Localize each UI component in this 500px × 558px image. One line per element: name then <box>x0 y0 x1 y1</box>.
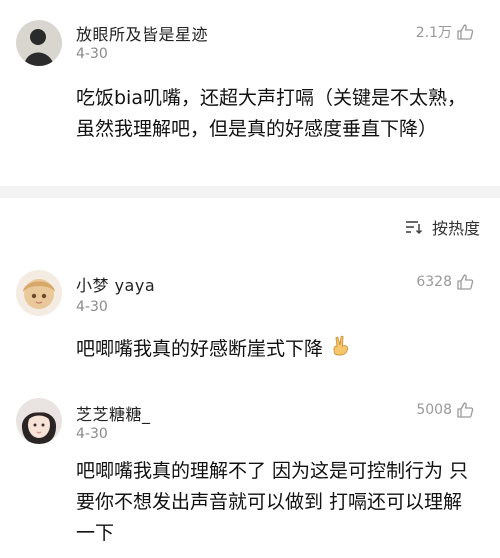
thumbs-up-icon <box>456 273 474 291</box>
comment-item: 小梦 yaya 4-30 6328 吧唧嘴我真的好感断崖式下降 <box>0 256 500 376</box>
comment-text: 吧唧嘴我真的理解不了 因为这是可控制行为 只要你不想发出声音就可以做到 打嗝还可… <box>76 460 469 544</box>
comment-date: 4-30 <box>76 299 108 315</box>
avatar[interactable] <box>16 20 62 66</box>
thumbs-up-icon <box>456 23 474 41</box>
section-divider <box>0 186 500 198</box>
sort-by-hot-button[interactable]: 按热度 <box>404 215 480 239</box>
avatar[interactable] <box>16 270 62 316</box>
sort-label: 按热度 <box>431 219 480 238</box>
username[interactable]: 小梦 yaya <box>76 272 155 296</box>
like-count: 6328 <box>416 274 452 290</box>
avatar[interactable] <box>16 398 62 444</box>
comment-item: 芝芝糖糖_ 4-30 5008 吧唧嘴我真的理解不了 因为这是可控制行为 只要你… <box>0 386 500 558</box>
victory-hand-icon <box>329 334 353 368</box>
username[interactable]: 放眼所及皆是星迹 <box>76 21 208 45</box>
username[interactable]: 芝芝糖糖_ <box>76 401 151 425</box>
like-count: 2.1万 <box>415 25 452 41</box>
comment-date: 4-30 <box>76 426 108 442</box>
comment-item: 放眼所及皆是星迹 4-30 2.1万 吃饭bia叽嘴，还超大声打嗝（关键是不太熟… <box>0 0 500 186</box>
sort-icon <box>404 219 424 235</box>
like-count: 5008 <box>416 402 452 418</box>
thumbs-up-icon <box>456 401 474 419</box>
comment-text: 吧唧嘴我真的好感断崖式下降 <box>76 334 474 368</box>
like-button[interactable]: 6328 <box>416 273 474 291</box>
comment-date: 4-30 <box>76 46 108 62</box>
like-button[interactable]: 5008 <box>416 401 474 419</box>
comment-text: 吃饭bia叽嘴，还超大声打嗝（关键是不太熟，虽然我理解吧，但是真的好感度垂直下降… <box>76 87 466 140</box>
like-button[interactable]: 2.1万 <box>416 22 474 42</box>
comment-text-content: 吧唧嘴我真的好感断崖式下降 <box>76 338 324 360</box>
